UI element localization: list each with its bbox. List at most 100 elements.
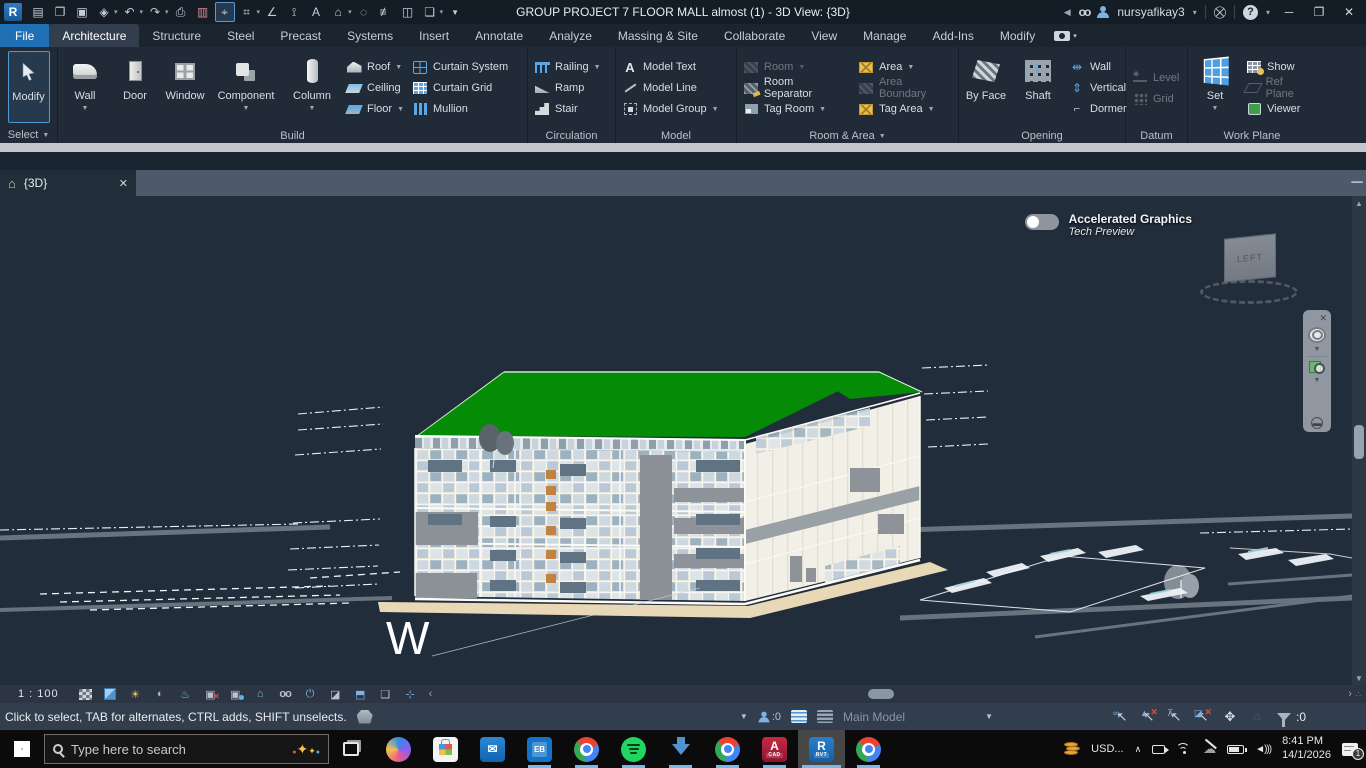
editing-requests-icon[interactable] xyxy=(817,710,833,723)
worksets-icon[interactable] xyxy=(791,710,807,723)
text-icon[interactable]: A xyxy=(306,2,326,22)
railing-button[interactable]: Railing▼ xyxy=(534,59,601,76)
help-icon[interactable]: ? xyxy=(1243,5,1258,20)
dropdown-arrow-icon[interactable]: ▾ xyxy=(165,8,169,16)
tab-modify[interactable]: Modify xyxy=(987,24,1048,47)
measure-active-icon[interactable]: ⌖ xyxy=(215,2,235,22)
select-links-icon[interactable]: ↖∞ xyxy=(1113,709,1131,725)
thin-lines-icon[interactable]: ≢ xyxy=(376,2,396,22)
volume-icon[interactable]: ◄))) xyxy=(1255,744,1271,755)
collapse-search-icon[interactable]: ◀ xyxy=(1064,7,1071,18)
displacement-sets-icon[interactable]: ❏ xyxy=(373,686,398,702)
insert-icon[interactable]: ▥ xyxy=(193,2,213,22)
by-face-button[interactable]: By Face xyxy=(965,51,1007,125)
sun-path-icon[interactable]: ☀ xyxy=(123,686,148,702)
room-separator-button[interactable]: Room Separator xyxy=(743,80,844,97)
horizontal-scrollbar[interactable] xyxy=(436,688,1344,700)
floor-button[interactable]: Floor▼ xyxy=(346,101,404,118)
tab-structure[interactable]: Structure xyxy=(139,24,214,47)
crop-view-icon[interactable]: ▣✕ xyxy=(198,686,223,702)
model-line-button[interactable]: Model Line xyxy=(622,80,719,97)
vertical-scrollbar[interactable]: ▲ ▼ xyxy=(1352,196,1366,685)
visual-style-icon[interactable] xyxy=(98,686,123,702)
revit-logo-icon[interactable]: R xyxy=(4,3,22,21)
wifi-icon[interactable] xyxy=(1176,743,1192,755)
taskbar-search[interactable]: Type here to search ●✦✦● xyxy=(44,734,329,764)
analytical-model-icon[interactable]: ⬒ xyxy=(348,686,373,702)
tag-room-button[interactable]: Tag Room▼ xyxy=(743,101,844,118)
app-store-cart-icon[interactable]: ⛒ xyxy=(1214,5,1226,20)
tab-file[interactable]: File xyxy=(0,24,49,47)
zoom-tool-icon[interactable] xyxy=(1309,360,1325,374)
tab-view[interactable]: View xyxy=(798,24,850,47)
wall-opening-button[interactable]: ⇹Wall xyxy=(1069,59,1127,76)
detail-level-icon[interactable] xyxy=(73,686,98,702)
reveal-constraints-icon[interactable]: ⊹ xyxy=(398,686,423,702)
mullion-button[interactable]: Mullion xyxy=(412,101,508,118)
show-work-plane-button[interactable]: Show xyxy=(1246,59,1310,76)
print-icon[interactable]: ⎙ xyxy=(171,2,191,22)
vertical-scroll-thumb[interactable] xyxy=(1354,425,1364,459)
onedrive-offline-icon[interactable]: ☁ xyxy=(1203,741,1216,757)
navbar-collapse-icon[interactable]: ▬ xyxy=(1311,417,1323,429)
app-revit[interactable]: RRVT xyxy=(798,730,845,768)
switch-windows-icon[interactable]: ❏ xyxy=(420,2,440,22)
coins-icon[interactable] xyxy=(1064,742,1080,756)
model-canvas[interactable]: W Accelerated Graphics Tech Preview LEFT… xyxy=(0,196,1352,685)
editable-only-icon[interactable]: :0 xyxy=(758,711,781,723)
design-option-value[interactable]: Main Model xyxy=(843,710,905,724)
drag-on-selection-icon[interactable]: ✥ xyxy=(1221,709,1239,725)
viewcube-face[interactable]: LEFT xyxy=(1224,233,1276,282)
tab-analyze[interactable]: Analyze xyxy=(536,24,605,47)
customize-qat-icon[interactable]: ▼ xyxy=(445,2,465,22)
battery-icon[interactable] xyxy=(1227,745,1244,754)
viewer-button[interactable]: Viewer xyxy=(1246,101,1310,118)
open-folder-icon[interactable]: ❐ xyxy=(50,2,70,22)
currency-widget[interactable]: USD... xyxy=(1091,743,1123,755)
area-button[interactable]: Area▼ xyxy=(858,59,952,76)
component-button[interactable]: Component▼ xyxy=(214,51,278,125)
accelerated-graphics-toggle[interactable] xyxy=(1025,214,1059,230)
help-dropdown-icon[interactable]: ▾ xyxy=(1266,8,1270,17)
view-tab-3d[interactable]: ⌂ {3D} ✕ xyxy=(0,170,136,196)
tab-steel[interactable]: Steel xyxy=(214,24,267,47)
panel-label-room-area[interactable]: Room & Area▼ xyxy=(737,129,958,143)
meet-now-icon[interactable] xyxy=(1152,745,1165,754)
zoom-dropdown-icon[interactable]: ▼ xyxy=(1314,377,1321,384)
app-outlook[interactable]: ✉ xyxy=(469,730,516,768)
app-store[interactable] xyxy=(422,730,469,768)
scroll-up-icon[interactable]: ▲ xyxy=(1355,196,1363,210)
vertical-opening-button[interactable]: ⇕Vertical xyxy=(1069,80,1127,97)
steering-wheel-icon[interactable] xyxy=(1308,327,1326,343)
model-text-button[interactable]: AModel Text xyxy=(622,59,719,76)
start-button[interactable] xyxy=(0,730,44,768)
temporary-hide-isolate-icon[interactable]: oo xyxy=(273,686,298,702)
signed-in-user[interactable]: nursyafikay3 xyxy=(1117,5,1184,19)
user-avatar-icon[interactable] xyxy=(1097,6,1109,18)
curtain-grid-button[interactable]: Curtain Grid xyxy=(412,80,508,97)
door-button[interactable]: Door xyxy=(114,51,156,125)
tag-icon[interactable]: ⟟ xyxy=(284,2,304,22)
select-underlay-icon[interactable]: ↖▲✕ xyxy=(1140,709,1158,725)
aligned-dimension-icon[interactable]: ⌗ xyxy=(237,2,257,22)
dropdown-arrow-icon[interactable]: ▾ xyxy=(114,8,118,16)
app-autocad[interactable]: ACAD xyxy=(751,730,798,768)
scroll-down-icon[interactable]: ▼ xyxy=(1355,671,1363,685)
collaborate-icon[interactable]: ◈ xyxy=(94,2,114,22)
building-right-facade[interactable] xyxy=(745,396,920,601)
wheel-dropdown-icon[interactable]: ▼ xyxy=(1314,346,1321,353)
lock-3d-view-icon[interactable]: ⌂ xyxy=(248,686,273,702)
select-by-face-icon[interactable]: ↖◪✕ xyxy=(1194,709,1212,725)
tab-annotate[interactable]: Annotate xyxy=(462,24,536,47)
close-button[interactable]: ✕ xyxy=(1338,5,1360,19)
set-button[interactable]: Set▼ xyxy=(1194,51,1236,125)
close-view-icon[interactable]: ✕ xyxy=(119,177,128,190)
dormer-button[interactable]: ⌐Dormer xyxy=(1069,101,1127,118)
hscroll-right-icon[interactable]: › xyxy=(1348,688,1352,700)
column-button[interactable]: Column▼ xyxy=(286,51,338,125)
tab-precast[interactable]: Precast xyxy=(267,24,334,47)
tab-architecture[interactable]: Architecture xyxy=(49,24,139,47)
west-elevation-marker[interactable]: W xyxy=(386,612,430,664)
select-pinned-icon[interactable]: ↖⊼ xyxy=(1167,709,1185,725)
filter-icon[interactable] xyxy=(1275,709,1293,725)
